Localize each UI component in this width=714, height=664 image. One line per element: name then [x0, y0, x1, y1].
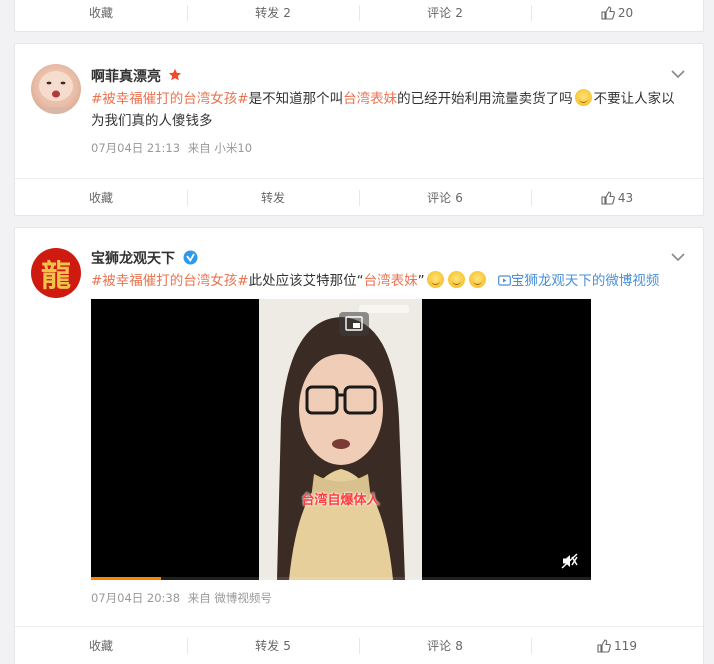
- like-count: 43: [617, 190, 634, 205]
- comment-label: 评论: [427, 191, 452, 205]
- repost-button[interactable]: 转发 2: [187, 0, 359, 31]
- video-link[interactable]: 宝狮龙观天下的微博视频: [498, 273, 659, 289]
- post-actions: 收藏 转发 评论 6 43: [15, 178, 703, 216]
- hashtag-link[interactable]: #被幸福催打的台湾女孩#: [91, 91, 249, 107]
- video-progress-track[interactable]: [91, 577, 591, 580]
- emoji-smile-icon: [468, 271, 486, 288]
- video-link-icon: [498, 275, 511, 286]
- emoji-smile-icon: [447, 271, 465, 288]
- emoji-cry-icon: [574, 89, 592, 106]
- post-date[interactable]: 07月04日 21:13: [91, 141, 180, 155]
- repost-button[interactable]: 转发: [187, 179, 359, 216]
- collect-button[interactable]: 收藏: [15, 627, 187, 664]
- post-text: #被幸福催打的台湾女孩#是不知道那个叫台湾表妹的已经开始利用流量卖货了吗 不要让人…: [91, 89, 675, 129]
- comment-button[interactable]: 评论 6: [359, 179, 531, 216]
- repost-label: 转发: [260, 191, 285, 205]
- like-button[interactable]: 20: [531, 0, 703, 31]
- like-button[interactable]: 119: [531, 627, 703, 664]
- author-name[interactable]: 啊菲真漂亮: [91, 66, 182, 86]
- avatar-logo: 龍: [41, 259, 71, 294]
- highlight-link[interactable]: 台湾表妹: [343, 91, 397, 107]
- post-source: 来自 微博视频号: [187, 591, 272, 605]
- mute-icon[interactable]: [561, 552, 579, 570]
- chevron-down-icon[interactable]: [671, 252, 685, 262]
- repost-count: 5: [283, 638, 291, 653]
- like-count: 119: [614, 638, 637, 653]
- repost-button[interactable]: 转发 5: [187, 627, 359, 664]
- comment-count: 8: [455, 638, 463, 653]
- avatar[interactable]: 龍: [31, 248, 81, 298]
- post-card-1: 啊菲真漂亮 #被幸福催打的台湾女孩#是不知道那个叫台湾表妹的已经开始利用流量卖货…: [14, 43, 704, 216]
- post-card-0: 收藏 转发 2 评论 2 20: [14, 0, 704, 32]
- repost-count: 2: [283, 5, 291, 20]
- comment-button[interactable]: 评论 8: [359, 627, 531, 664]
- collect-label: 收藏: [88, 191, 113, 205]
- comment-label: 评论: [427, 6, 452, 20]
- video-thumbnail: [259, 299, 422, 580]
- post-date[interactable]: 07月04日 20:38: [91, 591, 180, 605]
- post-card-2: 龍 宝狮龙观天下 #被幸福催打的台湾女孩#此处应该艾特那位“台湾表妹” 宝狮龙观…: [14, 227, 704, 664]
- post-source: 来自 小米10: [187, 141, 253, 155]
- thumb-up-icon: [597, 638, 611, 653]
- vip-star-icon: [168, 68, 181, 81]
- post-text: #被幸福催打的台湾女孩#此处应该艾特那位“台湾表妹” 宝狮龙观天下的微博视频: [91, 271, 660, 289]
- collect-label: 收藏: [88, 6, 113, 20]
- emoji-smile-icon: [426, 271, 444, 288]
- hashtag-link[interactable]: #被幸福催打的台湾女孩#: [91, 273, 249, 289]
- like-count: 20: [617, 5, 634, 20]
- collect-label: 收藏: [88, 639, 113, 653]
- video-frame: 台湾自爆体人: [259, 299, 422, 580]
- post-actions: 收藏 转发 2 评论 2 20: [15, 0, 703, 31]
- picture-in-picture-icon[interactable]: [339, 312, 369, 336]
- collect-button[interactable]: 收藏: [15, 0, 187, 31]
- comment-button[interactable]: 评论 2: [359, 0, 531, 31]
- like-button[interactable]: 43: [531, 179, 703, 216]
- avatar[interactable]: [31, 64, 81, 114]
- video-progress-fill: [91, 577, 161, 580]
- comment-label: 评论: [427, 639, 452, 653]
- comment-count: 2: [455, 5, 463, 20]
- video-player[interactable]: 台湾自爆体人: [91, 299, 591, 580]
- thumb-up-icon: [601, 5, 615, 20]
- highlight-link[interactable]: 台湾表妹: [364, 273, 418, 289]
- repost-label: 转发: [255, 639, 280, 653]
- verified-v-icon: [183, 250, 198, 265]
- post-meta: 07月04日 20:38 来自 微博视频号: [91, 590, 272, 606]
- chevron-down-icon[interactable]: [671, 69, 685, 79]
- repost-label: 转发: [255, 6, 280, 20]
- avatar-face: [36, 71, 76, 114]
- post-actions: 收藏 转发 5 评论 8 119: [15, 626, 703, 664]
- collect-button[interactable]: 收藏: [15, 179, 187, 216]
- thumb-up-icon: [601, 190, 615, 205]
- post-meta: 07月04日 21:13 来自 小米10: [91, 140, 252, 156]
- video-caption: 台湾自爆体人: [301, 493, 380, 508]
- author-name[interactable]: 宝狮龙观天下: [91, 248, 198, 268]
- comment-count: 6: [455, 190, 463, 205]
